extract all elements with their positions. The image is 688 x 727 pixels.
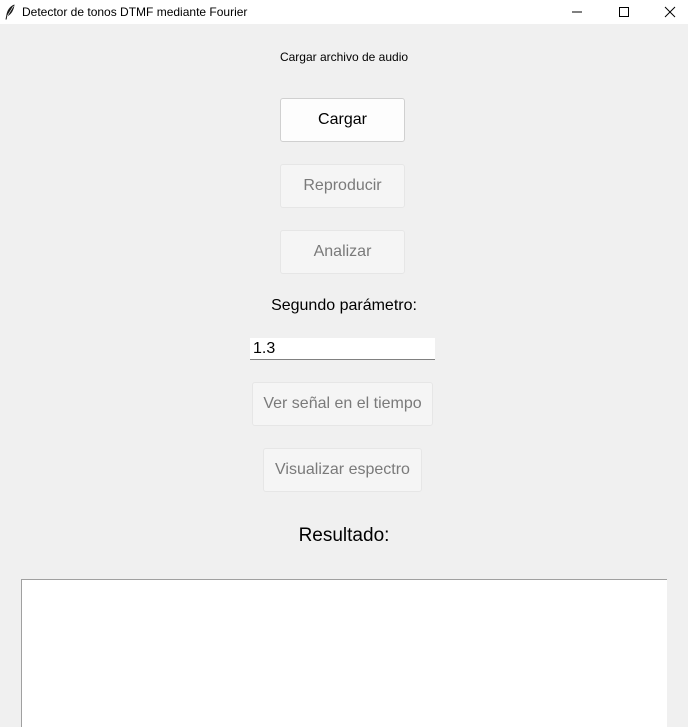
result-textbox[interactable] <box>21 579 667 727</box>
play-button[interactable]: Reproducir <box>280 164 405 208</box>
close-icon <box>664 6 676 18</box>
feather-icon <box>4 4 16 20</box>
close-button[interactable] <box>647 0 688 24</box>
app-window: Detector de tonos DTMF mediante Fourier … <box>0 0 688 727</box>
window-title: Detector de tonos DTMF mediante Fourier <box>22 5 248 19</box>
spectrum-button[interactable]: Visualizar espectro <box>263 448 422 492</box>
param-label: Segundo parámetro: <box>271 297 417 314</box>
time-signal-button[interactable]: Ver señal en el tiempo <box>252 382 433 426</box>
maximize-button[interactable] <box>601 0 647 24</box>
load-button[interactable]: Cargar <box>280 98 405 142</box>
analyze-button[interactable]: Analizar <box>280 230 405 274</box>
param-input[interactable]: 1.3 <box>250 338 435 360</box>
minimize-button[interactable] <box>554 0 600 24</box>
minimize-icon <box>572 11 582 13</box>
result-label: Resultado: <box>298 525 390 546</box>
maximize-icon <box>619 7 629 17</box>
title-bar[interactable]: Detector de tonos DTMF mediante Fourier <box>0 0 688 24</box>
load-instruction-label: Cargar archivo de audio <box>279 50 409 64</box>
